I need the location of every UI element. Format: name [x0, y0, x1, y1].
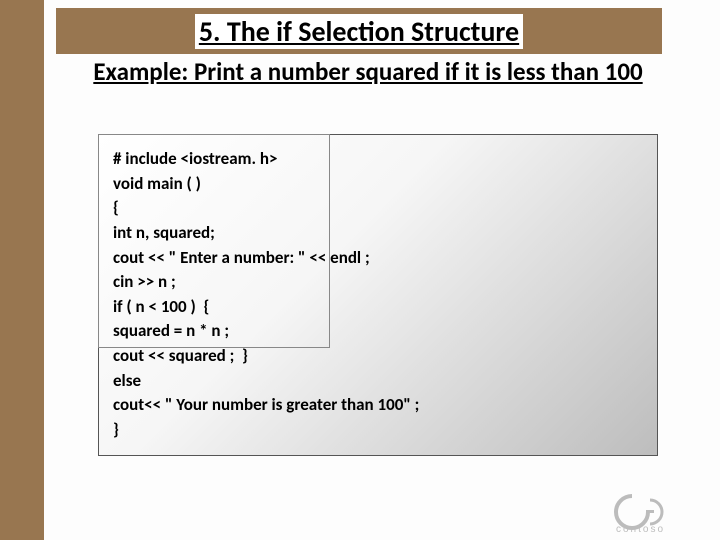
code-highlight-box	[98, 134, 330, 348]
title-banner: 5. The if Selection Structure	[56, 8, 662, 54]
code-line: cout<< " Your number is greater than 100…	[113, 393, 643, 418]
code-line: }	[113, 418, 643, 443]
slide-subtitle: Example: Print a number squared if it is…	[88, 58, 648, 87]
slide-title: 5. The if Selection Structure	[195, 14, 523, 49]
logo-text: contoso	[616, 524, 665, 534]
contoso-logo: contoso	[614, 490, 710, 534]
left-accent-bar	[0, 0, 44, 540]
code-line: else	[113, 369, 643, 394]
